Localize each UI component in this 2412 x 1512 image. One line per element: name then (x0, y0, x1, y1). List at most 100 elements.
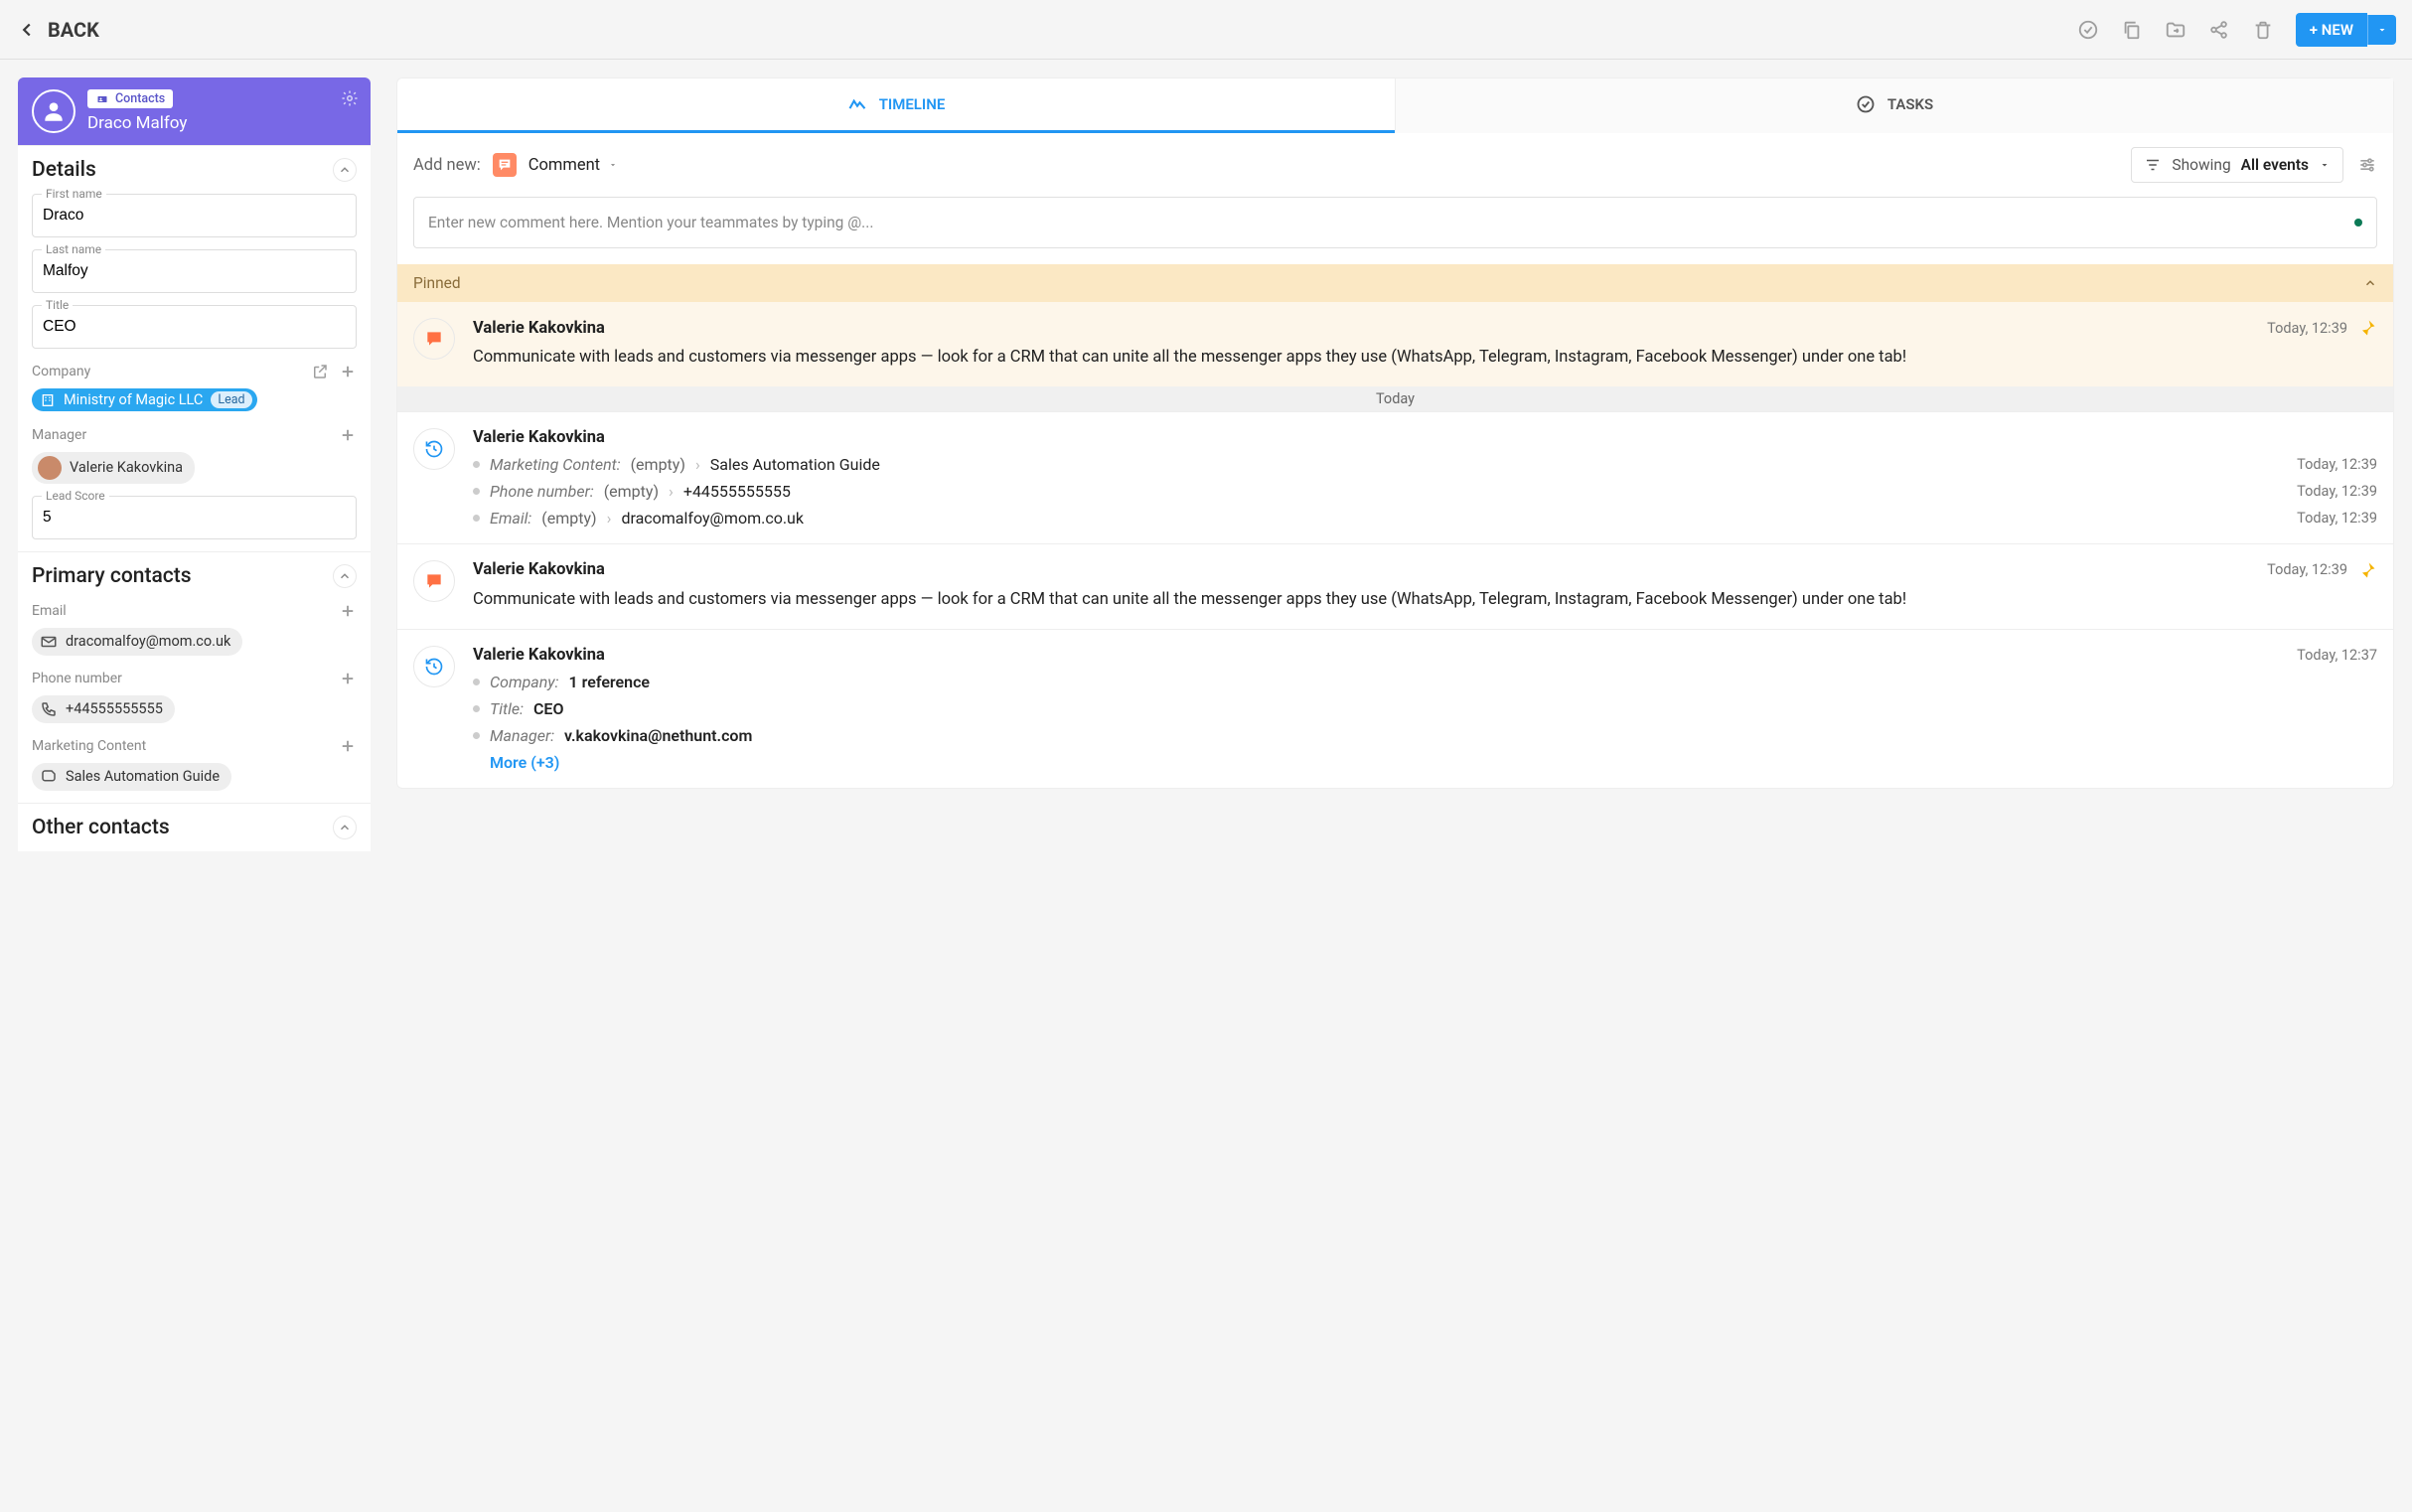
top-bar: BACK + NEW (0, 0, 2412, 60)
section-primary-title: Primary contacts (32, 564, 192, 588)
section-other-title: Other contacts (32, 816, 170, 839)
section-details-title: Details (32, 158, 96, 182)
share-icon[interactable] (2208, 19, 2230, 41)
copy-icon[interactable] (2121, 19, 2143, 41)
comment-icon (413, 560, 455, 602)
event-author: Valerie Kakovkina (473, 319, 605, 338)
company-label: Company (32, 364, 90, 379)
move-folder-icon[interactable] (2165, 19, 2186, 41)
chevron-down-icon (2319, 159, 2331, 171)
mc-label: Marketing Content (32, 738, 146, 754)
first-name-field: First name (32, 194, 357, 237)
email-label: Email (32, 603, 67, 619)
status-dot-icon (2354, 219, 2362, 227)
tab-timeline[interactable]: TIMELINE (397, 78, 1395, 133)
section-primary-contacts: Primary contacts Email dracomalfoy@mom.c… (18, 551, 371, 803)
activity-panel: TIMELINE TASKS Add new: Comment Showing … (396, 77, 2394, 851)
contact-name: Draco Malfoy (87, 113, 187, 133)
event-time: Today, 12:39 (2267, 561, 2347, 578)
event-time: Today, 12:39 (2267, 320, 2347, 337)
section-other-header[interactable]: Other contacts (32, 816, 357, 839)
new-button-label: + NEW (2296, 13, 2367, 47)
back-button[interactable]: BACK (16, 18, 99, 42)
comment-input[interactable]: Enter new comment here. Mention your tea… (413, 197, 2377, 248)
add-mc-icon[interactable] (339, 737, 357, 755)
section-details-header[interactable]: Details (32, 158, 357, 182)
pin-icon[interactable] (2357, 318, 2377, 338)
open-external-icon[interactable] (311, 363, 329, 380)
mc-pill[interactable]: Sales Automation Guide (32, 763, 231, 791)
event-author: Valerie Kakovkina (473, 646, 605, 665)
comment-icon (413, 318, 455, 360)
pin-icon[interactable] (2357, 560, 2377, 580)
add-manager-icon[interactable] (339, 426, 357, 444)
comment-placeholder: Enter new comment here. Mention your tea… (428, 214, 873, 231)
email-value: dracomalfoy@mom.co.uk (66, 633, 230, 650)
more-link[interactable]: More (+3) (490, 753, 559, 772)
pinned-header[interactable]: Pinned (397, 264, 2393, 302)
add-company-icon[interactable] (339, 363, 357, 380)
manager-avatar (38, 456, 62, 480)
tab-tasks[interactable]: TASKS (1395, 78, 2393, 133)
manager-chip[interactable]: Valerie Kakovkina (32, 452, 195, 484)
filter-icon (2144, 156, 2162, 174)
chevron-up-icon (2363, 276, 2377, 290)
lead-score-field: Lead Score (32, 496, 357, 539)
contact-header: Contacts Draco Malfoy (18, 77, 371, 145)
timeline-item: Valerie Kakovkina Today, 12:39 Communica… (397, 543, 2393, 629)
check-circle-icon (1856, 94, 1876, 114)
check-circle-icon[interactable] (2077, 19, 2099, 41)
add-new-type[interactable]: Comment (528, 156, 619, 175)
filter-value: All events (2241, 156, 2309, 174)
chevron-up-icon (333, 158, 357, 182)
details-panel: Contacts Draco Malfoy Details First name… (18, 77, 371, 851)
gear-icon[interactable] (341, 89, 359, 107)
filter-button[interactable]: Showing All events (2131, 147, 2343, 183)
phone-icon (40, 700, 58, 718)
company-stage-badge: Lead (211, 391, 251, 408)
date-separator: Today (397, 386, 2393, 411)
title-input[interactable] (32, 305, 357, 349)
company-chip[interactable]: Ministry of Magic LLC Lead (32, 388, 257, 411)
folder-badge[interactable]: Contacts (87, 89, 173, 108)
add-email-icon[interactable] (339, 602, 357, 620)
filter-prefix: Showing (2172, 156, 2230, 174)
mc-value: Sales Automation Guide (66, 768, 220, 785)
event-text: Communicate with leads and customers via… (473, 588, 2377, 613)
company-chip-name: Ministry of Magic LLC (64, 391, 203, 408)
new-button-dropdown[interactable] (2367, 15, 2396, 45)
section-primary-header[interactable]: Primary contacts (32, 564, 357, 588)
event-author: Valerie Kakovkina (473, 428, 605, 447)
toolbar-actions: + NEW (2077, 13, 2396, 47)
building-icon (40, 392, 56, 408)
tag-icon (40, 768, 58, 786)
last-name-label: Last name (42, 242, 105, 256)
timeline-item-pinned: Valerie Kakovkina Today, 12:39 Communica… (397, 302, 2393, 386)
history-icon (413, 428, 455, 470)
arrow-left-icon (16, 19, 38, 41)
phone-label: Phone number (32, 671, 122, 686)
history-icon (413, 646, 455, 687)
trash-icon[interactable] (2252, 19, 2274, 41)
chevron-up-icon (333, 816, 357, 839)
envelope-icon (40, 633, 58, 651)
event-text: Communicate with leads and customers via… (473, 346, 2377, 371)
pinned-label: Pinned (413, 274, 461, 292)
last-name-field: Last name (32, 249, 357, 293)
add-phone-icon[interactable] (339, 670, 357, 687)
tab-timeline-label: TIMELINE (879, 95, 946, 113)
new-button[interactable]: + NEW (2296, 13, 2396, 47)
email-pill[interactable]: dracomalfoy@mom.co.uk (32, 628, 242, 656)
section-details: Details First name Last name Title Compa… (18, 145, 371, 551)
phone-pill[interactable]: +44555555555 (32, 695, 175, 723)
back-label: BACK (48, 18, 99, 42)
event-time: Today, 12:37 (2297, 647, 2377, 664)
section-other-contacts: Other contacts (18, 803, 371, 851)
manager-chip-name: Valerie Kakovkina (70, 459, 183, 476)
title-label: Title (42, 298, 73, 312)
timeline-item: Valerie Kakovkina Today, 12:37 Company: … (397, 629, 2393, 788)
phone-value: +44555555555 (66, 700, 163, 717)
timeline-settings-icon[interactable] (2357, 155, 2377, 175)
event-author: Valerie Kakovkina (473, 560, 605, 579)
lead-score-label: Lead Score (42, 489, 109, 503)
